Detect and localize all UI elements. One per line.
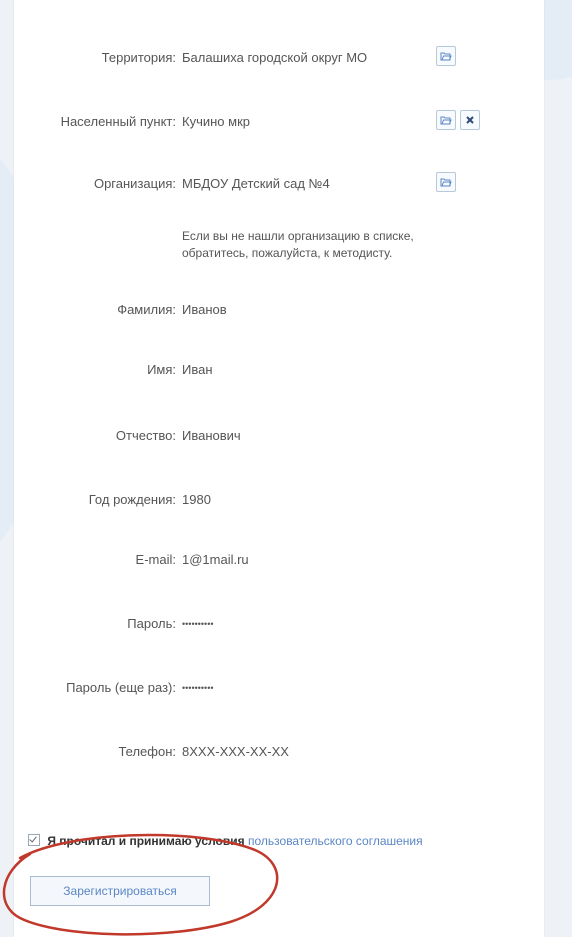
registration-form: Территория: Балашиха городской округ МО … (14, 0, 544, 937)
phone-input[interactable]: 8XXX-XXX-XX-XX (182, 744, 289, 759)
patronymic-label: Отчество: (115, 428, 176, 443)
territory-label: Территория: (101, 50, 176, 65)
last-name-label: Фамилия: (117, 302, 176, 317)
locality-label: Населенный пункт: (60, 114, 176, 129)
field-locality: Населенный пункт: Кучино мкр (14, 110, 544, 134)
field-email: E-mail: 1@1mail.ru (14, 548, 544, 572)
password-input[interactable]: •••••••••• (182, 619, 214, 629)
field-patronymic: Отчество: Иванович (14, 424, 544, 448)
email-input[interactable]: 1@1mail.ru (182, 552, 249, 567)
note-line-1: Если вы не нашли организацию в списке, (182, 229, 414, 243)
field-last-name: Фамилия: Иванов (14, 298, 544, 322)
phone-label: Телефон: (118, 744, 176, 759)
birth-year-label: Год рождения: (88, 492, 176, 507)
territory-select-button[interactable] (436, 46, 456, 66)
agreement-text: Я прочитал и принимаю условия (47, 834, 245, 848)
folder-open-icon (440, 116, 452, 125)
field-organization: Организация: МБДОУ Детский сад №4 (14, 172, 544, 196)
folder-open-icon (440, 178, 452, 187)
password-label: Пароль: (127, 616, 176, 631)
agreement-checkbox[interactable] (28, 834, 40, 846)
register-button[interactable]: Зарегистрироваться (30, 876, 210, 906)
territory-value: Балашиха городской округ МО (182, 50, 368, 65)
field-phone: Телефон: 8XXX-XXX-XX-XX (14, 740, 544, 764)
folder-open-icon (440, 52, 452, 61)
locality-select-button[interactable] (436, 110, 456, 130)
field-first-name: Имя: Иван (14, 358, 544, 382)
field-birth-year: Год рождения: 1980 (14, 488, 544, 512)
note-line-2: обратитесь, пожалуйста, к методисту. (182, 246, 393, 260)
organization-value: МБДОУ Детский сад №4 (182, 176, 330, 191)
last-name-input[interactable]: Иванов (182, 302, 227, 317)
locality-value: Кучино мкр (182, 114, 250, 129)
field-password-repeat: Пароль (еще раз): •••••••••• (14, 676, 544, 700)
email-label: E-mail: (135, 552, 176, 567)
organization-label: Организация: (93, 176, 176, 191)
agreement-row: Я прочитал и принимаю условия пользовате… (28, 834, 423, 848)
user-agreement-link[interactable]: пользовательского соглашения (248, 834, 423, 848)
password-repeat-label: Пароль (еще раз): (66, 680, 176, 695)
patronymic-input[interactable]: Иванович (182, 428, 241, 443)
locality-clear-button[interactable] (460, 110, 480, 130)
field-password: Пароль: •••••••••• (14, 612, 544, 636)
close-icon (466, 116, 474, 124)
organization-help-note: Если вы не нашли организацию в списке, о… (182, 228, 442, 262)
first-name-input[interactable]: Иван (182, 362, 213, 377)
birth-year-input[interactable]: 1980 (182, 492, 211, 507)
password-repeat-input[interactable]: •••••••••• (182, 683, 214, 693)
field-territory: Территория: Балашиха городской округ МО (14, 46, 544, 70)
first-name-label: Имя: (147, 362, 176, 377)
organization-select-button[interactable] (436, 172, 456, 192)
